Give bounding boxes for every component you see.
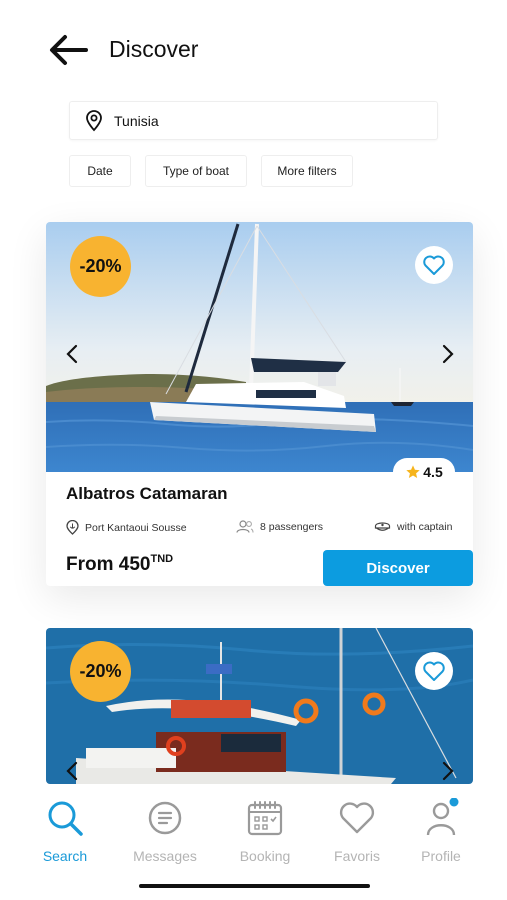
tab-search-label: Search — [42, 848, 88, 864]
chevron-left-icon — [66, 344, 78, 364]
page-title: Discover — [109, 36, 199, 62]
captain-text: with captain — [397, 520, 453, 533]
star-icon — [406, 465, 420, 478]
listing-price: From 450TND — [66, 553, 174, 576]
boat-type-filter-chip[interactable]: Type of boat — [145, 155, 247, 187]
discount-badge: -20% — [70, 236, 131, 297]
tab-profile-label: Profile — [421, 848, 461, 864]
next-photo-button[interactable] — [438, 758, 458, 784]
chevron-left-icon — [66, 761, 78, 781]
location-pin-icon — [84, 110, 104, 137]
price-currency: TND — [150, 553, 174, 565]
discover-button[interactable]: Discover — [323, 550, 473, 586]
chevron-right-icon — [442, 344, 454, 364]
back-arrow-icon — [50, 35, 88, 65]
tab-profile[interactable]: Profile — [396, 794, 486, 866]
app-header: Discover — [0, 22, 507, 78]
tab-favoris[interactable]: Favoris — [312, 794, 402, 866]
people-icon — [236, 520, 254, 533]
favorite-button[interactable] — [415, 652, 453, 690]
rating-value: 4.5 — [423, 464, 443, 480]
listing-card[interactable]: -20% 4.5 Albatros Catamaran Port Kantaou… — [46, 222, 473, 586]
search-input[interactable] — [114, 102, 414, 139]
tab-search[interactable]: Search — [20, 794, 110, 866]
heart-icon — [423, 661, 445, 681]
search-icon — [48, 801, 83, 836]
next-photo-button[interactable] — [438, 341, 458, 367]
passengers-info: 8 passengers — [236, 520, 323, 533]
home-indicator — [139, 884, 370, 888]
listing-title: Albatros Catamaran — [66, 484, 228, 503]
tab-booking-label: Booking — [239, 848, 291, 864]
discount-badge: -20% — [70, 641, 131, 702]
captain-info: with captain — [374, 520, 452, 533]
date-filter-chip[interactable]: Date — [69, 155, 131, 187]
previous-photo-button[interactable] — [62, 341, 82, 367]
notification-dot — [449, 798, 459, 807]
rating-badge: 4.5 — [393, 458, 455, 486]
captain-hat-icon — [374, 522, 391, 531]
bottom-tab-bar: Search Messages Booking Favoris Profile — [0, 784, 507, 900]
tab-messages-label: Messages — [133, 848, 197, 864]
listing-card[interactable]: -20% — [46, 628, 473, 784]
chevron-right-icon — [442, 761, 454, 781]
passengers-text: 8 passengers — [260, 520, 324, 533]
more-filters-chip[interactable]: More filters — [261, 155, 353, 187]
favorite-button[interactable] — [415, 246, 453, 284]
user-icon — [426, 798, 459, 836]
location-info: Port Kantaoui Sousse — [66, 520, 187, 535]
location-text: Port Kantaoui Sousse — [85, 521, 187, 534]
previous-photo-button[interactable] — [62, 758, 82, 784]
tab-booking[interactable]: Booking — [220, 794, 310, 866]
tab-favoris-label: Favoris — [334, 848, 380, 864]
message-icon — [148, 801, 182, 835]
anchor-pin-icon — [66, 520, 79, 535]
heart-icon — [423, 255, 445, 275]
calendar-icon — [247, 801, 283, 836]
back-button[interactable] — [46, 32, 90, 68]
location-search[interactable] — [69, 101, 438, 140]
heart-icon — [339, 802, 375, 834]
price-amount: From 450 — [66, 554, 151, 575]
tab-messages[interactable]: Messages — [120, 794, 210, 866]
